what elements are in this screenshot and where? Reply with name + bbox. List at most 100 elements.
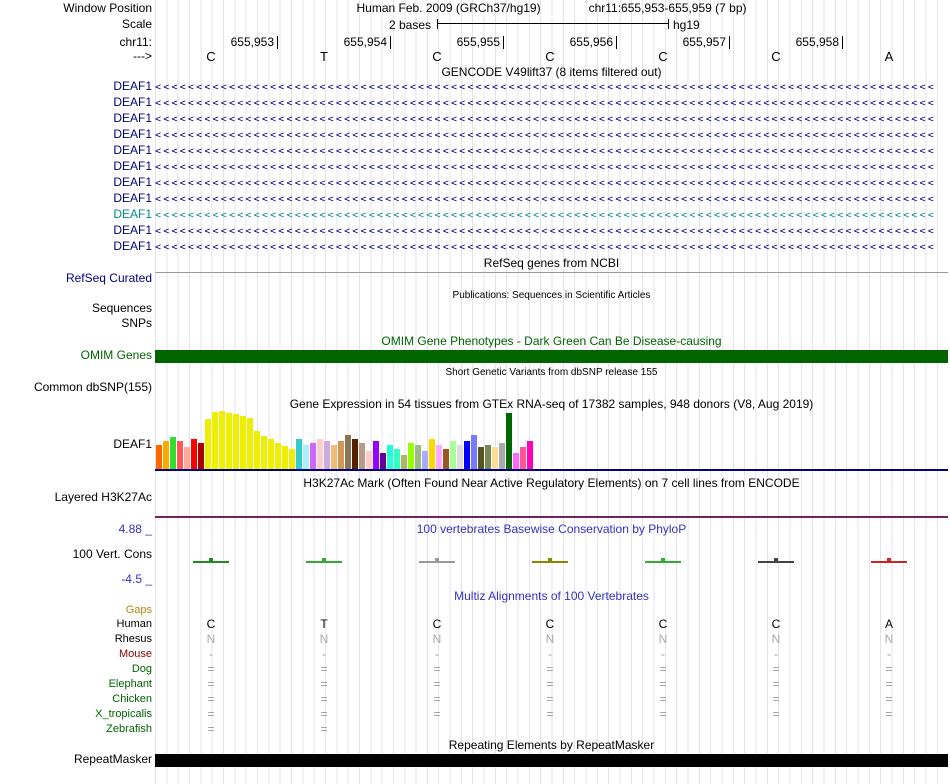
phylop-track-label[interactable]: 100 Vert. Cons xyxy=(73,548,152,561)
species-label[interactable]: Gaps xyxy=(126,604,152,617)
gtex-tissue-bar[interactable] xyxy=(450,441,456,469)
gtex-tissue-bar[interactable] xyxy=(156,445,162,469)
species-label[interactable]: Human xyxy=(117,618,152,631)
dbsnp-track-label[interactable]: Common dbSNP(155) xyxy=(34,381,152,394)
snps-track-label[interactable]: SNPs xyxy=(121,317,152,330)
refseq-track-label[interactable]: RefSeq Curated xyxy=(66,272,152,285)
gtex-tissue-bar[interactable] xyxy=(310,443,316,469)
gtex-tissue-bar[interactable] xyxy=(191,439,197,469)
gtex-tissue-bar[interactable] xyxy=(268,439,274,469)
gtex-tissue-bar[interactable] xyxy=(471,435,477,469)
gtex-tissue-bar[interactable] xyxy=(422,451,428,469)
gtex-tissue-bar[interactable] xyxy=(345,435,351,469)
gencode-gene-item[interactable]: <<<<<<<<<<<<<<<<<<<<<<<<<<<<<<<<<<<<<<<<… xyxy=(155,81,948,94)
gencode-gene-label[interactable]: DEAF1 xyxy=(113,128,152,141)
gtex-tissue-bar[interactable] xyxy=(415,445,421,469)
gtex-tissue-bar[interactable] xyxy=(387,445,393,469)
repeatmasker-bar[interactable] xyxy=(155,754,948,767)
species-label[interactable]: X_tropicalis xyxy=(95,708,152,721)
gtex-tissue-bar[interactable] xyxy=(240,416,246,469)
gencode-gene-label[interactable]: DEAF1 xyxy=(113,192,152,205)
gtex-tissue-bar[interactable] xyxy=(219,411,225,469)
gtex-tissue-bar[interactable] xyxy=(282,446,288,469)
gencode-gene-item[interactable]: <<<<<<<<<<<<<<<<<<<<<<<<<<<<<<<<<<<<<<<<… xyxy=(155,161,948,174)
gtex-tissue-bar[interactable] xyxy=(184,447,190,469)
species-label[interactable]: Elephant xyxy=(109,678,152,691)
gtex-tissue-bar[interactable] xyxy=(331,445,337,469)
gtex-tissue-bar[interactable] xyxy=(373,441,379,469)
gtex-tissue-bar[interactable] xyxy=(205,419,211,469)
gencode-gene-item[interactable]: <<<<<<<<<<<<<<<<<<<<<<<<<<<<<<<<<<<<<<<<… xyxy=(155,129,948,142)
gtex-tissue-bar[interactable] xyxy=(226,413,232,469)
gtex-tissue-bar[interactable] xyxy=(408,443,414,469)
gencode-gene-label[interactable]: DEAF1 xyxy=(113,96,152,109)
gencode-gene-item[interactable]: <<<<<<<<<<<<<<<<<<<<<<<<<<<<<<<<<<<<<<<<… xyxy=(155,225,948,238)
gtex-tissue-bar[interactable] xyxy=(289,449,295,469)
gencode-gene-label[interactable]: DEAF1 xyxy=(113,208,152,221)
gtex-tissue-bar[interactable] xyxy=(212,412,218,469)
track-image-area[interactable]: Human Feb. 2009 (GRCh37/hg19)chr11:655,9… xyxy=(155,0,948,784)
h3k27ac-track-label[interactable]: Layered H3K27Ac xyxy=(55,491,152,504)
gtex-tissue-bar[interactable] xyxy=(317,439,323,469)
gtex-tissue-bar[interactable] xyxy=(170,437,176,469)
gtex-tissue-bar[interactable] xyxy=(359,443,365,469)
gtex-tissue-bar[interactable] xyxy=(163,441,169,469)
gtex-tissue-bar[interactable] xyxy=(492,447,498,469)
gencode-gene-label[interactable]: DEAF1 xyxy=(113,160,152,173)
gencode-gene-item[interactable]: <<<<<<<<<<<<<<<<<<<<<<<<<<<<<<<<<<<<<<<<… xyxy=(155,177,948,190)
gencode-gene-label[interactable]: DEAF1 xyxy=(113,176,152,189)
species-label[interactable]: Rhesus xyxy=(115,633,152,646)
omim-gene-bar[interactable] xyxy=(155,350,948,363)
gtex-tissue-bar[interactable] xyxy=(275,443,281,469)
alignment-symbol: = xyxy=(433,663,440,676)
gencode-gene-item[interactable]: <<<<<<<<<<<<<<<<<<<<<<<<<<<<<<<<<<<<<<<<… xyxy=(155,97,948,110)
gencode-gene-label[interactable]: DEAF1 xyxy=(113,144,152,157)
gtex-tissue-bar[interactable] xyxy=(499,443,505,469)
gencode-gene-item[interactable]: <<<<<<<<<<<<<<<<<<<<<<<<<<<<<<<<<<<<<<<<… xyxy=(155,193,948,206)
gtex-tissue-bar[interactable] xyxy=(352,439,358,469)
gtex-tissue-bar[interactable] xyxy=(436,445,442,469)
gencode-gene-item[interactable]: <<<<<<<<<<<<<<<<<<<<<<<<<<<<<<<<<<<<<<<<… xyxy=(155,145,948,158)
gtex-tissue-bar[interactable] xyxy=(247,418,253,469)
gtex-tissue-bar[interactable] xyxy=(338,441,344,469)
repeatmasker-track-label[interactable]: RepeatMasker xyxy=(74,753,152,766)
gtex-tissue-bar[interactable] xyxy=(513,453,519,469)
gtex-tissue-bar[interactable] xyxy=(366,451,372,469)
gtex-gene-label[interactable]: DEAF1 xyxy=(113,438,152,451)
alignment-symbol: = xyxy=(659,708,666,721)
gtex-tissue-bar[interactable] xyxy=(233,414,239,469)
omim-track-label[interactable]: OMIM Genes xyxy=(81,349,152,362)
species-label[interactable]: Chicken xyxy=(112,693,152,706)
gtex-tissue-bar[interactable] xyxy=(198,443,204,469)
gtex-tissue-bar[interactable] xyxy=(303,445,309,469)
gencode-gene-label[interactable]: DEAF1 xyxy=(113,80,152,93)
gtex-tissue-bar[interactable] xyxy=(261,436,267,469)
gencode-gene-item[interactable]: <<<<<<<<<<<<<<<<<<<<<<<<<<<<<<<<<<<<<<<<… xyxy=(155,241,948,254)
gtex-tissue-bar[interactable] xyxy=(429,439,435,469)
gencode-gene-label[interactable]: DEAF1 xyxy=(113,224,152,237)
gencode-gene-label[interactable]: DEAF1 xyxy=(113,240,152,253)
gtex-tissue-bar[interactable] xyxy=(520,447,526,469)
gtex-tissue-bar[interactable] xyxy=(401,455,407,469)
gtex-tissue-bar[interactable] xyxy=(254,431,260,469)
gtex-tissue-bar[interactable] xyxy=(380,453,386,469)
gencode-gene-label[interactable]: DEAF1 xyxy=(113,112,152,125)
gtex-tissue-bar[interactable] xyxy=(527,441,533,469)
gtex-tissue-bar[interactable] xyxy=(296,439,302,469)
species-label[interactable]: Zebrafish xyxy=(106,723,152,736)
gtex-tissue-bar[interactable] xyxy=(457,445,463,469)
gtex-tissue-bar[interactable] xyxy=(464,441,470,469)
gencode-gene-item[interactable]: <<<<<<<<<<<<<<<<<<<<<<<<<<<<<<<<<<<<<<<<… xyxy=(155,209,948,222)
sequences-track-label[interactable]: Sequences xyxy=(92,302,152,315)
species-label[interactable]: Mouse xyxy=(119,648,152,661)
gencode-gene-item[interactable]: <<<<<<<<<<<<<<<<<<<<<<<<<<<<<<<<<<<<<<<<… xyxy=(155,113,948,126)
gtex-tissue-bar[interactable] xyxy=(478,447,484,469)
gtex-tissue-bar[interactable] xyxy=(324,441,330,469)
gtex-tissue-bar[interactable] xyxy=(177,441,183,469)
assembly-text: Human Feb. 2009 (GRCh37/hg19) xyxy=(356,1,540,15)
gtex-tissue-bar[interactable] xyxy=(485,445,491,469)
gtex-tissue-bar[interactable] xyxy=(394,449,400,469)
gtex-tissue-bar[interactable] xyxy=(506,413,512,469)
gtex-tissue-bar[interactable] xyxy=(443,449,449,469)
species-label[interactable]: Dog xyxy=(132,663,152,676)
